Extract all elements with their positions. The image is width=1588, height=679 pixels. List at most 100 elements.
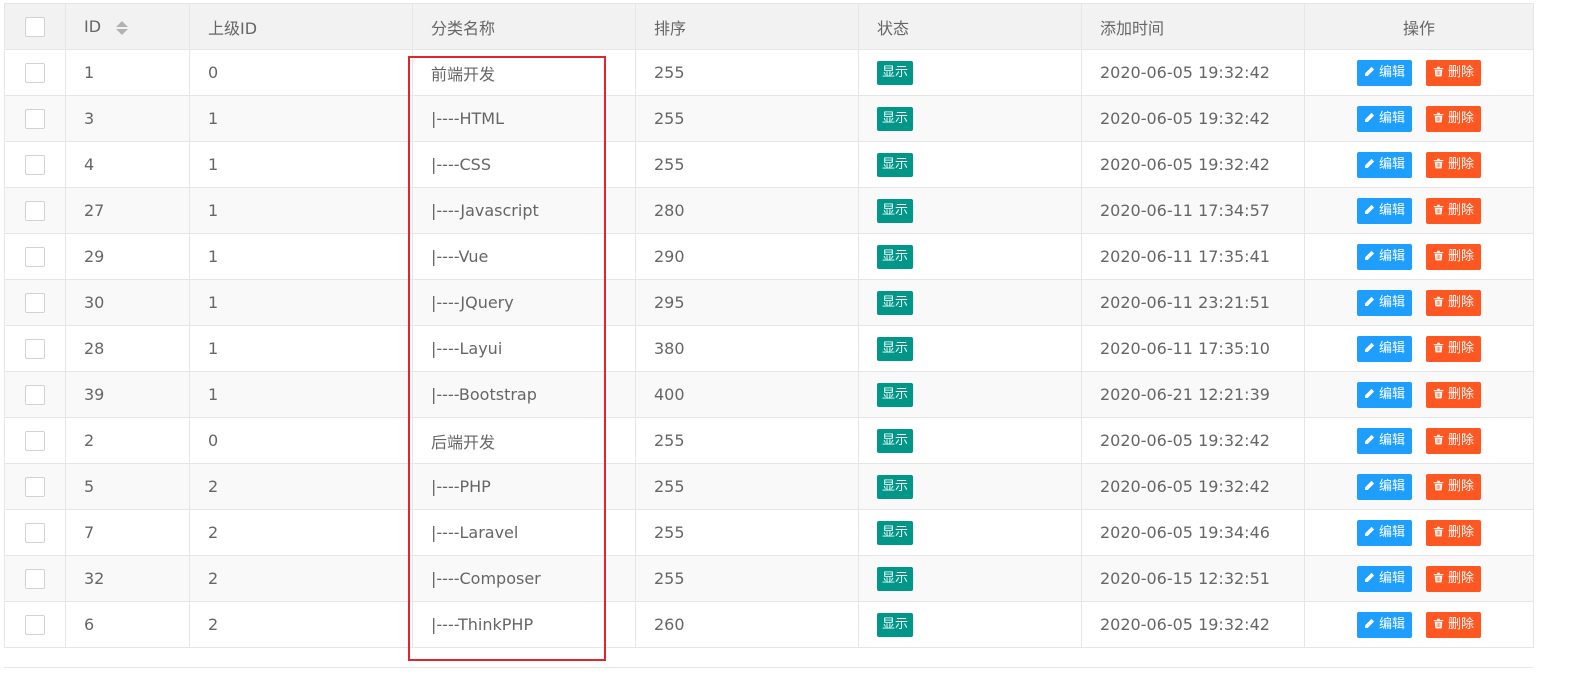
row-checkbox[interactable] [25, 246, 45, 267]
header-actions: 操作 [1304, 3, 1534, 50]
cell-actions: 编辑 删除 [1304, 371, 1534, 418]
edit-button[interactable]: 编辑 [1356, 427, 1412, 454]
row-checkbox[interactable] [25, 154, 45, 175]
delete-button-label: 删除 [1448, 156, 1475, 172]
cell-id: 6 [65, 601, 190, 648]
delete-button[interactable]: 删除 [1426, 197, 1482, 224]
delete-button[interactable]: 删除 [1426, 473, 1482, 500]
delete-button[interactable]: 删除 [1426, 611, 1482, 638]
cell-name: |----ThinkPHP [412, 601, 636, 648]
cell-id: 7 [65, 509, 190, 556]
cell-id: 2 [65, 417, 190, 464]
sort-icon[interactable] [116, 20, 129, 36]
cell-sort: 255 [635, 49, 859, 96]
cell-created: 2020-06-05 19:32:42 [1081, 463, 1305, 510]
row-checkbox[interactable] [25, 384, 45, 405]
edit-button-label: 编辑 [1378, 616, 1405, 632]
cell-parent-id: 0 [189, 49, 413, 96]
cell-parent-id: 1 [189, 279, 413, 326]
delete-button-label: 删除 [1448, 570, 1475, 586]
trash-icon [1433, 572, 1444, 582]
edit-button[interactable]: 编辑 [1356, 381, 1412, 408]
delete-button[interactable]: 删除 [1426, 427, 1482, 454]
cell-sort: 260 [635, 601, 859, 648]
cell-created: 2020-06-11 17:35:41 [1081, 233, 1305, 280]
cell-parent-id: 0 [189, 417, 413, 464]
edit-button[interactable]: 编辑 [1356, 335, 1412, 362]
delete-button-label: 删除 [1448, 248, 1475, 264]
row-checkbox[interactable] [25, 62, 45, 83]
delete-button[interactable]: 删除 [1426, 381, 1482, 408]
edit-button-label: 编辑 [1378, 248, 1405, 264]
cell-created: 2020-06-11 23:21:51 [1081, 279, 1305, 326]
row-checkbox-cell [4, 371, 66, 418]
table-body: 1 0 前端开发 255 显示 2020-06-05 19:32:42 编辑 删除… [4, 49, 1534, 648]
cell-parent-id: 2 [189, 555, 413, 602]
trash-icon [1433, 618, 1444, 628]
edit-button[interactable]: 编辑 [1356, 151, 1412, 178]
delete-button[interactable]: 删除 [1426, 151, 1482, 178]
row-checkbox[interactable] [25, 430, 45, 451]
row-checkbox[interactable] [25, 292, 45, 313]
status-badge: 显示 [877, 382, 914, 407]
trash-icon [1433, 66, 1444, 76]
edit-button-label: 编辑 [1378, 202, 1405, 218]
cell-name: |----Layui [412, 325, 636, 372]
row-checkbox-cell [4, 49, 66, 96]
cell-id: 4 [65, 141, 190, 188]
category-table: ID 上级ID 分类名称 排序 状态 添加时间 操作 1 0 前端开发 255 … [4, 3, 1534, 648]
edit-button[interactable]: 编辑 [1356, 473, 1412, 500]
delete-button-label: 删除 [1448, 294, 1475, 310]
delete-button[interactable]: 删除 [1426, 59, 1482, 86]
header-id[interactable]: ID [65, 3, 190, 50]
delete-button-label: 删除 [1448, 202, 1475, 218]
cell-actions: 编辑 删除 [1304, 233, 1534, 280]
pencil-icon [1365, 342, 1375, 352]
delete-button[interactable]: 删除 [1426, 243, 1482, 270]
table-row: 1 0 前端开发 255 显示 2020-06-05 19:32:42 编辑 删除 [4, 49, 1534, 96]
row-checkbox-cell [4, 555, 66, 602]
row-checkbox[interactable] [25, 614, 45, 635]
cell-id: 27 [65, 187, 190, 234]
status-badge: 显示 [877, 336, 914, 361]
cell-parent-id: 1 [189, 141, 413, 188]
cell-status: 显示 [858, 509, 1082, 556]
header-id-label: ID [84, 17, 102, 36]
row-checkbox[interactable] [25, 200, 45, 221]
row-checkbox[interactable] [25, 338, 45, 359]
cell-name: |----Bootstrap [412, 371, 636, 418]
cell-sort: 255 [635, 141, 859, 188]
status-badge: 显示 [877, 60, 914, 85]
cell-sort: 255 [635, 555, 859, 602]
cell-sort: 255 [635, 463, 859, 510]
cell-status: 显示 [858, 601, 1082, 648]
status-badge: 显示 [877, 152, 914, 177]
row-checkbox-cell [4, 233, 66, 280]
row-checkbox[interactable] [25, 476, 45, 497]
delete-button-label: 删除 [1448, 64, 1475, 80]
delete-button[interactable]: 删除 [1426, 105, 1482, 132]
edit-button-label: 编辑 [1378, 64, 1405, 80]
edit-button-label: 编辑 [1378, 478, 1405, 494]
delete-button[interactable]: 删除 [1426, 565, 1482, 592]
cell-created: 2020-06-05 19:32:42 [1081, 49, 1305, 96]
edit-button[interactable]: 编辑 [1356, 289, 1412, 316]
select-all-checkbox[interactable] [25, 16, 45, 37]
edit-button[interactable]: 编辑 [1356, 59, 1412, 86]
row-checkbox-cell [4, 279, 66, 326]
edit-button[interactable]: 编辑 [1356, 243, 1412, 270]
delete-button[interactable]: 删除 [1426, 289, 1482, 316]
delete-button[interactable]: 删除 [1426, 519, 1482, 546]
edit-button[interactable]: 编辑 [1356, 105, 1412, 132]
edit-button[interactable]: 编辑 [1356, 611, 1412, 638]
pencil-icon [1365, 250, 1375, 260]
row-checkbox[interactable] [25, 522, 45, 543]
pencil-icon [1365, 112, 1375, 122]
delete-button[interactable]: 删除 [1426, 335, 1482, 362]
edit-button[interactable]: 编辑 [1356, 519, 1412, 546]
row-checkbox[interactable] [25, 108, 45, 129]
cell-parent-id: 2 [189, 509, 413, 556]
edit-button[interactable]: 编辑 [1356, 197, 1412, 224]
edit-button[interactable]: 编辑 [1356, 565, 1412, 592]
row-checkbox[interactable] [25, 568, 45, 589]
